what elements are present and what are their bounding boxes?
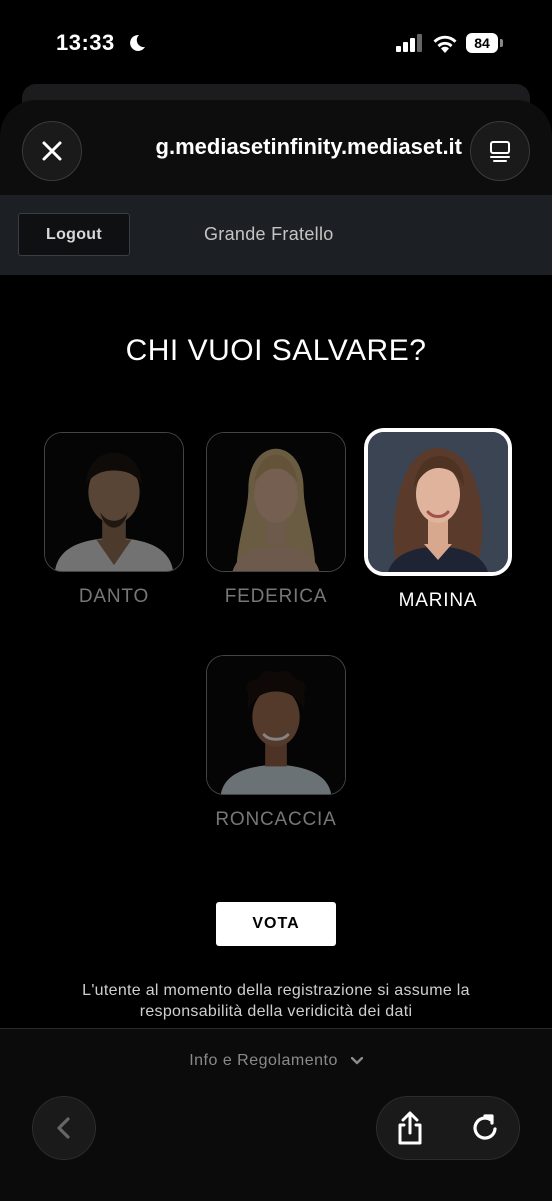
disclaimer-text: L'utente al momento della registrazione … — [82, 982, 470, 1020]
candidate-card[interactable]: RONCACCIA — [206, 655, 346, 831]
candidate-name: FEDERICA — [224, 586, 328, 607]
candidate-photo — [364, 428, 512, 576]
cellular-signal-icon — [396, 34, 422, 52]
person-avatar-icon — [368, 432, 508, 572]
page-menu-button[interactable] — [470, 121, 530, 181]
logout-button[interactable]: Logout — [18, 213, 130, 256]
info-regolamento-link[interactable]: Info e Regolamento — [0, 1052, 552, 1070]
chevron-down-icon — [350, 1056, 363, 1064]
candidate-name: DANTO — [78, 586, 150, 607]
wifi-icon — [433, 35, 457, 53]
status-time: 13:33 — [56, 30, 115, 55]
back-button[interactable] — [32, 1096, 96, 1160]
candidate-card[interactable]: FEDERICA — [206, 432, 346, 608]
candidate-photo — [206, 655, 346, 795]
moon-icon — [130, 34, 145, 51]
close-button[interactable] — [22, 121, 82, 181]
status-bar: 13:33 84 — [0, 0, 552, 90]
battery-tip — [500, 39, 503, 47]
info-link-label: Info e Regolamento — [189, 1052, 338, 1069]
reader-menu-icon — [490, 141, 510, 162]
vote-button[interactable]: VOTA — [216, 902, 336, 946]
candidate-photo — [44, 432, 184, 572]
candidate-name: RONCACCIA — [215, 809, 337, 830]
close-icon — [42, 141, 62, 161]
candidate-photo — [206, 432, 346, 572]
show-title: Grande Fratello — [204, 224, 334, 244]
candidate-card[interactable]: DANTO — [44, 432, 184, 608]
battery-icon: 84 — [466, 33, 498, 53]
candidate-card-selected[interactable]: MARINA — [364, 428, 512, 612]
chevron-left-icon — [57, 1117, 70, 1139]
candidate-name: MARINA — [398, 590, 478, 611]
reload-icon[interactable] — [468, 1111, 502, 1145]
url-fade — [112, 128, 138, 168]
share-icon[interactable] — [395, 1110, 425, 1146]
vote-question: CHI VUOI SALVARE? — [125, 334, 427, 367]
url-text[interactable]: g.mediasetinfinity.mediaset.it — [112, 134, 462, 160]
